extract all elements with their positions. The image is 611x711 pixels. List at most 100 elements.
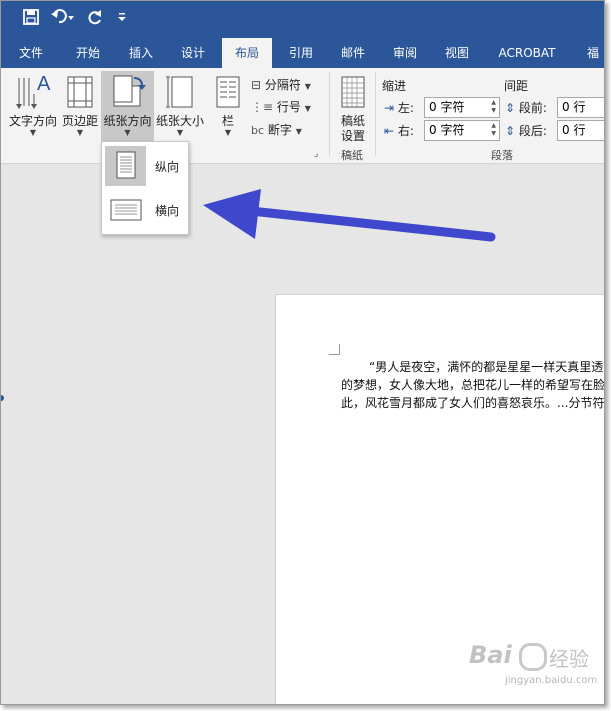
margins-icon bbox=[67, 76, 93, 108]
margins-button[interactable]: 页边距 ▼ bbox=[60, 72, 100, 138]
space-after-icon: ⇕ bbox=[505, 124, 516, 138]
chevron-down-icon: ▼ bbox=[29, 128, 37, 137]
indent-left-value: 0 字符 bbox=[429, 100, 465, 114]
menu-item-landscape[interactable]: 横向 bbox=[102, 188, 188, 232]
manuscript-group-label: 稿纸 bbox=[341, 149, 363, 162]
text-direction-label: 文字方向 bbox=[8, 114, 57, 128]
spacing-title: 间距 bbox=[504, 79, 529, 93]
paragraph-group-label: 段落 bbox=[491, 149, 513, 162]
indent-left-label-group: ⇥ 左: bbox=[384, 99, 414, 116]
spin-arrows-icon[interactable]: ▲ ▼ bbox=[491, 99, 496, 115]
manuscript-settings-button[interactable]: 稿纸 设置 bbox=[335, 72, 371, 143]
document-line-1[interactable]: “男人是夜空，满怀的都是星星一样天真里透 bbox=[369, 358, 603, 375]
portrait-icon bbox=[105, 146, 146, 186]
word-window: 文件 开始 插入 设计 布局 引用 邮件 审阅 视图 ACROBAT 福 A 文… bbox=[0, 0, 605, 705]
space-before-value: 0 行 bbox=[562, 100, 586, 114]
watermark-brand-2: 经验 bbox=[549, 647, 589, 671]
indent-right-label-group: ⇤ 右: bbox=[384, 122, 414, 139]
size-icon bbox=[166, 76, 193, 108]
tab-truncated[interactable]: 福 bbox=[573, 38, 604, 68]
size-label: 纸张大小 bbox=[155, 114, 204, 128]
indent-left-icon: ⇥ bbox=[384, 101, 395, 115]
group-divider bbox=[375, 72, 376, 156]
breaks-icon: ⊟ bbox=[251, 78, 262, 92]
indent-right-input[interactable]: 0 字符 ▲ ▼ bbox=[424, 120, 500, 141]
indent-right-icon: ⇤ bbox=[384, 124, 395, 138]
line-numbers-button[interactable]: ⋮≡ 行号 ▼ bbox=[251, 98, 311, 115]
tab-home[interactable]: 开始 bbox=[65, 38, 111, 68]
chevron-down-icon: ▼ bbox=[295, 127, 302, 136]
paw-icon bbox=[519, 643, 547, 671]
watermark-brand: Bai bbox=[469, 641, 512, 669]
indent-left-label: 左: bbox=[397, 101, 414, 115]
quick-access-toolbar bbox=[1, 1, 604, 38]
tab-layout[interactable]: 布局 bbox=[222, 38, 272, 68]
size-button[interactable]: 纸张大小 ▼ bbox=[155, 72, 205, 138]
line-numbers-label: 行号 bbox=[276, 100, 301, 114]
tab-references[interactable]: 引用 bbox=[279, 38, 323, 68]
document-line-3[interactable]: 此，风花雪月都成了女人们的喜怒哀乐。...分节符 bbox=[341, 394, 604, 411]
line-numbers-icon: ⋮≡ bbox=[251, 100, 274, 114]
scroll-marker bbox=[1, 395, 4, 401]
chevron-down-icon: ▼ bbox=[304, 104, 311, 113]
chevron-down-icon: ▼ bbox=[224, 128, 232, 137]
chevron-down-icon: ▼ bbox=[76, 128, 84, 137]
orientation-menu: 纵向 横向 bbox=[101, 141, 189, 235]
redo-icon[interactable] bbox=[87, 9, 103, 29]
indent-right-label: 右: bbox=[397, 124, 414, 138]
text-direction-icon: A bbox=[16, 73, 51, 109]
tab-acrobat[interactable]: ACROBAT bbox=[491, 38, 563, 68]
hyphenation-label: 断字 bbox=[267, 123, 292, 137]
space-after-label: 段后: bbox=[518, 124, 547, 138]
save-icon[interactable] bbox=[23, 9, 39, 29]
manuscript-label-line2: 设置 bbox=[340, 129, 365, 143]
chevron-down-icon: ▼ bbox=[176, 128, 184, 137]
ribbon-layout: A 文字方向 ▼ 页边距 ▼ 纸张方向 ▼ 纸张大小 ▼ 栏 ▼ ⊟ 分隔符 ▼… bbox=[1, 68, 604, 164]
svg-text:A: A bbox=[37, 73, 51, 95]
chevron-down-icon: ▼ bbox=[304, 82, 311, 91]
hyphenation-button[interactable]: bc 断字 ▼ bbox=[251, 121, 302, 138]
group-divider bbox=[329, 72, 330, 156]
watermark: Bai 经验 jingyan.baidu.com bbox=[469, 641, 604, 703]
spin-arrows-icon[interactable]: ▲ ▼ bbox=[491, 122, 496, 138]
ribbon-tabs: 文件 开始 插入 设计 布局 引用 邮件 审阅 视图 ACROBAT 福 bbox=[1, 38, 604, 68]
space-before-icon: ⇕ bbox=[505, 101, 516, 115]
tab-insert[interactable]: 插入 bbox=[119, 38, 163, 68]
chevron-down-icon: ▼ bbox=[124, 128, 131, 137]
landscape-icon bbox=[105, 190, 146, 230]
tab-design[interactable]: 设计 bbox=[171, 38, 215, 68]
space-before-label: 段前: bbox=[518, 101, 547, 115]
orientation-button[interactable]: 纸张方向 ▼ bbox=[101, 71, 154, 141]
tab-view[interactable]: 视图 bbox=[435, 38, 479, 68]
breaks-button[interactable]: ⊟ 分隔符 ▼ bbox=[251, 76, 311, 93]
columns-icon bbox=[216, 76, 240, 108]
page-setup-launcher-icon[interactable]: ⌟ bbox=[314, 149, 318, 159]
tab-review[interactable]: 审阅 bbox=[383, 38, 427, 68]
undo-icon[interactable] bbox=[51, 9, 75, 29]
landscape-label: 横向 bbox=[155, 204, 180, 218]
space-after-label-group: ⇕ 段后: bbox=[505, 122, 547, 139]
portrait-label: 纵向 bbox=[155, 160, 180, 174]
columns-label: 栏 bbox=[221, 114, 234, 128]
space-before-input[interactable]: 0 行 bbox=[557, 97, 604, 118]
document-line-2[interactable]: 的梦想，女人像大地，总把花儿一样的希望写在脸 bbox=[341, 376, 604, 393]
annotation-arrow bbox=[203, 189, 496, 242]
indent-left-input[interactable]: 0 字符 ▲ ▼ bbox=[424, 97, 500, 118]
tab-file[interactable]: 文件 bbox=[9, 38, 53, 68]
hyphenation-icon: bc bbox=[251, 124, 265, 137]
orientation-icon bbox=[113, 75, 146, 107]
margin-corner-mark bbox=[329, 344, 340, 355]
menu-item-portrait[interactable]: 纵向 bbox=[102, 144, 188, 188]
columns-button[interactable]: 栏 ▼ bbox=[210, 72, 246, 138]
space-before-label-group: ⇕ 段前: bbox=[505, 99, 547, 116]
margins-label: 页边距 bbox=[61, 114, 98, 128]
breaks-label: 分隔符 bbox=[264, 78, 301, 92]
watermark-url: jingyan.baidu.com bbox=[505, 675, 598, 686]
space-after-input[interactable]: 0 行 bbox=[557, 120, 604, 141]
indent-title: 缩进 bbox=[382, 79, 407, 93]
manuscript-icon bbox=[341, 76, 365, 108]
orientation-label: 纸张方向 bbox=[103, 114, 152, 128]
customize-icon[interactable] bbox=[117, 11, 127, 29]
text-direction-button[interactable]: A 文字方向 ▼ bbox=[6, 72, 60, 138]
tab-mailings[interactable]: 邮件 bbox=[331, 38, 375, 68]
